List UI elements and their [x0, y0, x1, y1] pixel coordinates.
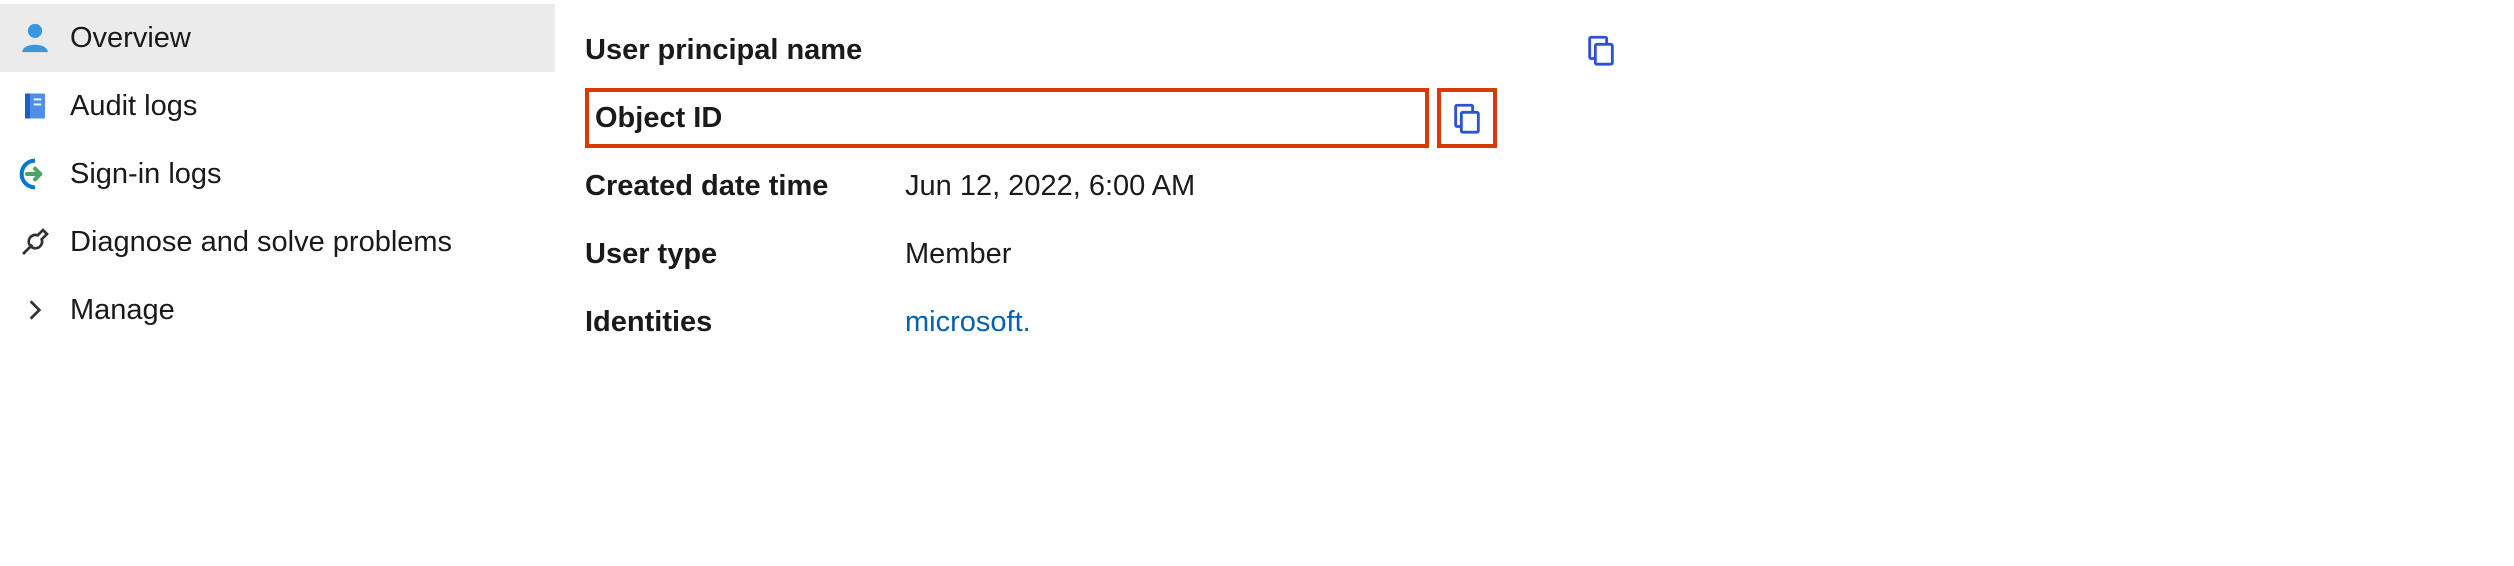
- property-label: Identities: [585, 306, 905, 339]
- object-id-highlight: Object ID: [585, 88, 1429, 148]
- sidebar-item-label: Manage: [70, 294, 175, 327]
- copy-icon: [1450, 101, 1484, 135]
- copy-icon: [1584, 33, 1618, 67]
- property-label: Object ID: [595, 102, 915, 135]
- sidebar-item-overview[interactable]: Overview: [0, 4, 555, 72]
- sidebar-item-audit-logs[interactable]: Audit logs: [0, 72, 555, 140]
- sidebar: Overview Audit logs Sign-in logs Diagnos…: [0, 0, 555, 566]
- property-value: Jun 12, 2022, 6:00 AM: [905, 170, 2514, 203]
- property-panel: User principal name Object ID Created da…: [555, 0, 2514, 566]
- sidebar-item-manage[interactable]: Manage: [0, 276, 555, 344]
- notebook-icon: [18, 89, 52, 123]
- row-user-type: User type Member: [585, 220, 2514, 288]
- property-label: User type: [585, 238, 905, 271]
- copy-button-upn[interactable]: [1581, 30, 1621, 70]
- copy-button-object-id[interactable]: [1437, 88, 1497, 148]
- row-user-principal-name: User principal name: [585, 16, 2514, 84]
- sidebar-item-label: Overview: [70, 22, 191, 55]
- sidebar-item-diagnose[interactable]: Diagnose and solve problems: [0, 208, 555, 276]
- wrench-icon: [18, 225, 52, 259]
- property-value: Member: [905, 238, 2514, 271]
- sidebar-item-label: Sign-in logs: [70, 158, 222, 191]
- sidebar-item-signin-logs[interactable]: Sign-in logs: [0, 140, 555, 208]
- row-identities: Identities microsoft.: [585, 288, 2514, 356]
- person-icon: [18, 21, 52, 55]
- sidebar-item-label: Diagnose and solve problems: [70, 226, 452, 259]
- sidebar-item-label: Audit logs: [70, 90, 197, 123]
- property-label: Created date time: [585, 170, 905, 203]
- row-object-id: Object ID: [585, 84, 2514, 152]
- property-value-link[interactable]: microsoft.: [905, 306, 2514, 339]
- chevron-right-icon: [18, 293, 52, 327]
- row-created-date-time: Created date time Jun 12, 2022, 6:00 AM: [585, 152, 2514, 220]
- property-label: User principal name: [585, 34, 905, 67]
- signin-icon: [18, 157, 52, 191]
